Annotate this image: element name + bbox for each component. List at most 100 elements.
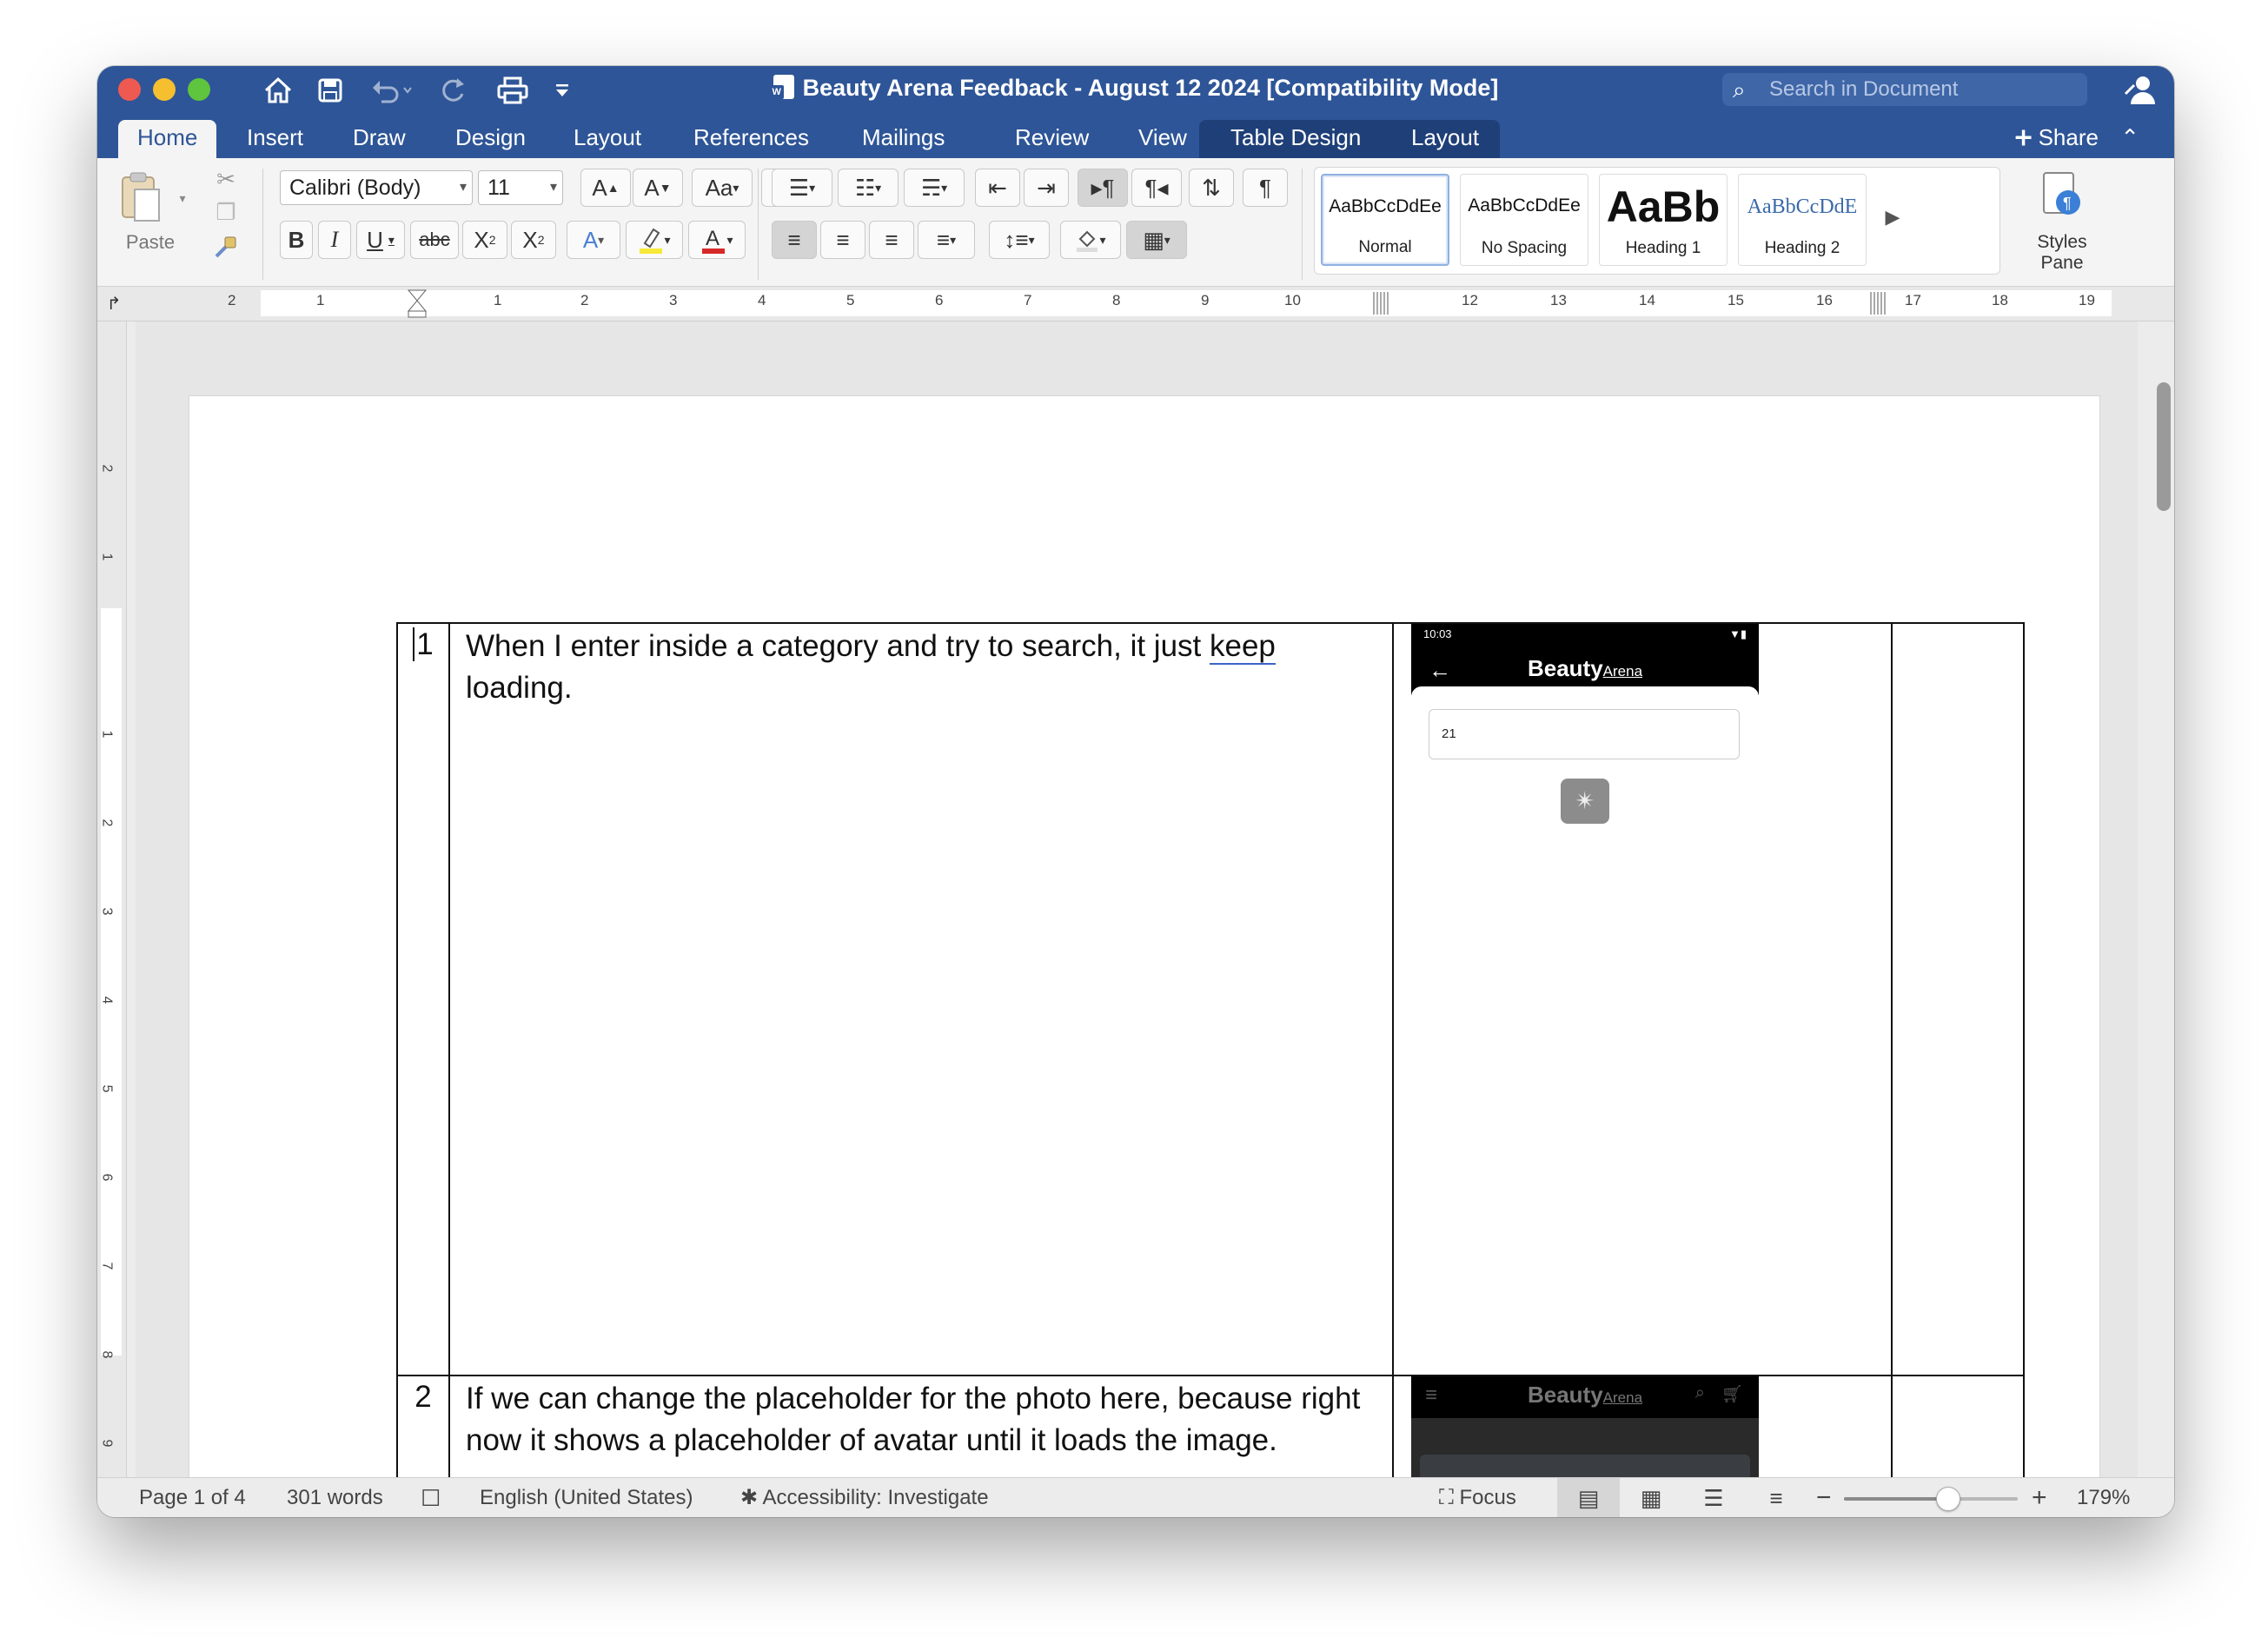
tab-design[interactable]: Design [436, 120, 545, 158]
highlight-color-button[interactable]: ▾ [626, 221, 683, 259]
styles-gallery-more-icon[interactable]: ▶ [1875, 200, 1910, 235]
superscript-button[interactable]: X2 [511, 221, 556, 259]
italic-button[interactable]: I [318, 221, 351, 259]
rtl-paragraph-button[interactable]: ¶◂ [1131, 169, 1182, 207]
zoom-slider-thumb[interactable] [1936, 1487, 1960, 1511]
row-number-cell[interactable]: 1 [396, 622, 450, 1376]
document-page[interactable]: 1 When I enter inside a category and try… [189, 396, 2099, 1477]
app-header: ≡ BeautyArena ⌕ 🛒︎ [1411, 1376, 1759, 1418]
underline-button[interactable]: U ▾ [356, 221, 405, 259]
vertical-scrollbar[interactable] [2157, 382, 2171, 511]
font-size-select[interactable]: 11 ▾ [478, 170, 563, 205]
language-status[interactable]: English (United States) [480, 1478, 693, 1517]
align-center-button[interactable]: ≡ [820, 221, 865, 259]
zoom-level[interactable]: 179% [2077, 1478, 2130, 1517]
change-case-button[interactable]: Aa ▾ [692, 169, 753, 207]
outline-view-icon[interactable]: ☰ [1682, 1478, 1745, 1517]
align-left-button[interactable]: ≡ [772, 221, 817, 259]
style-no-spacing[interactable]: AaBbCcDdEe No Spacing [1460, 174, 1588, 266]
font-color-button[interactable]: A ▾ [688, 221, 746, 259]
print-layout-view-icon[interactable]: ▤ [1557, 1478, 1620, 1517]
justify-button[interactable]: ≡ ▾ [918, 221, 975, 259]
indent-marker-icon[interactable] [407, 288, 428, 318]
paste-options-dropdown[interactable]: ▾ [174, 189, 191, 207]
tab-draw[interactable]: Draw [334, 120, 425, 158]
sort-icon[interactable]: ⇅ [1189, 169, 1234, 207]
empty-cell[interactable] [1891, 622, 2025, 1376]
draft-view-icon[interactable]: ≡ [1745, 1478, 1807, 1517]
paste-button[interactable] [115, 167, 167, 228]
zoom-slider[interactable] [1844, 1487, 2018, 1511]
style-normal[interactable]: AaBbCcDdEe Normal [1321, 174, 1449, 266]
cut-icon[interactable]: ✂ [209, 163, 243, 195]
subscript-button[interactable]: X2 [462, 221, 507, 259]
share-button[interactable]: ➕︎ Share ⌃ [2015, 120, 2139, 155]
tab-table-design[interactable]: Table Design [1211, 120, 1380, 158]
tab-references[interactable]: References [674, 120, 828, 158]
search-placeholder: Search in Document [1769, 77, 1959, 101]
text-effects-button[interactable]: A ▾ [567, 221, 620, 259]
flagged-word[interactable]: keep [1209, 629, 1276, 665]
borders-button[interactable]: ▦ ▾ [1126, 221, 1187, 259]
ruler-tick: 14 [1639, 292, 1655, 308]
tab-home[interactable]: Home [118, 120, 217, 158]
row-number-cell[interactable]: 2 [396, 1375, 450, 1477]
web-layout-view-icon[interactable]: ▦ [1620, 1478, 1682, 1517]
screenshot-cell[interactable]: ≡ BeautyArena ⌕ 🛒︎ [1392, 1375, 1893, 1477]
chevron-down-icon: ▾ [459, 180, 467, 195]
word-count[interactable]: 301 words [287, 1478, 383, 1517]
document-canvas[interactable]: 1 When I enter inside a category and try… [136, 322, 2138, 1477]
feedback-text: When I enter inside a category and try t… [466, 629, 1210, 663]
proofing-icon[interactable]: ☐ [421, 1478, 441, 1517]
tab-table-layout[interactable]: Layout [1392, 120, 1498, 158]
bold-button[interactable]: B [280, 221, 313, 259]
style-heading-1[interactable]: AaBb Heading 1 [1599, 174, 1728, 266]
line-spacing-button[interactable]: ↕≡ ▾ [989, 221, 1050, 259]
style-heading-2[interactable]: AaBbCcDdE Heading 2 [1738, 174, 1867, 266]
vertical-ruler[interactable]: 2 1 1 2 3 4 5 6 7 8 9 10 [97, 322, 127, 1517]
accessibility-status[interactable]: ✱ Accessibility: Investigate [740, 1478, 989, 1517]
feedback-table[interactable]: 1 When I enter inside a category and try… [396, 622, 2025, 1477]
tab-insert[interactable]: Insert [228, 120, 322, 158]
format-painter-icon[interactable] [209, 229, 243, 264]
search-in-document-input[interactable]: ⌕ Search in Document [1722, 73, 2087, 106]
font-name-select[interactable]: Calibri (Body) ▾ [280, 170, 473, 205]
page-count[interactable]: Page 1 of 4 [139, 1478, 246, 1517]
bullets-button[interactable]: ☰ ▾ [772, 169, 832, 207]
zoom-in-icon[interactable]: + [2032, 1478, 2047, 1517]
numbering-button[interactable]: ☷ ▾ [838, 169, 899, 207]
collapse-ribbon-icon[interactable]: ⌃ [2120, 124, 2139, 150]
decrease-indent-icon[interactable]: ⇤ [975, 169, 1020, 207]
tab-view[interactable]: View [1119, 120, 1206, 158]
tab-selector-icon[interactable]: ↱ [101, 290, 127, 316]
strikethrough-button[interactable]: abc [410, 221, 459, 259]
copy-icon[interactable]: ❐ [209, 196, 243, 228]
styles-pane-label[interactable]: Styles Pane [2014, 228, 2110, 278]
zoom-out-icon[interactable]: − [1816, 1478, 1832, 1517]
empty-cell[interactable] [1891, 1375, 2025, 1477]
tab-mailings[interactable]: Mailings [843, 120, 964, 158]
ltr-paragraph-button[interactable]: ▸¶ [1078, 169, 1128, 207]
styles-pane-icon[interactable]: ¶ [2035, 169, 2087, 222]
shading-button[interactable]: ▾ [1060, 221, 1121, 259]
horizontal-ruler[interactable]: ↱ 2 1 1 2 3 4 5 6 7 8 9 10 12 13 14 15 1… [97, 287, 2174, 322]
app-screenshot[interactable]: ≡ BeautyArena ⌕ 🛒︎ [1411, 1376, 1759, 1477]
app-screenshot[interactable]: 10:03 ▼▮ ← BeautyArena 21 ✴ [1411, 624, 1759, 1356]
ruler-tick: 16 [1816, 292, 1833, 308]
account-icon[interactable] [2122, 73, 2155, 108]
title-bar: Beauty Arena Feedback - August 12 2024 [… [97, 66, 2174, 115]
align-right-button[interactable]: ≡ [869, 221, 914, 259]
feedback-text-cell[interactable]: When I enter inside a category and try t… [448, 622, 1394, 1376]
tab-review[interactable]: Review [996, 120, 1108, 158]
screenshot-cell[interactable]: 10:03 ▼▮ ← BeautyArena 21 ✴ [1392, 622, 1893, 1376]
tab-layout[interactable]: Layout [554, 120, 660, 158]
feedback-text-cell[interactable]: If we can change the placeholder for the… [448, 1375, 1394, 1477]
multilevel-list-button[interactable]: ☴ ▾ [904, 169, 965, 207]
show-formatting-marks-icon[interactable]: ¶ [1243, 169, 1288, 207]
column-marker[interactable] [1870, 292, 1887, 315]
focus-button[interactable]: ⛶ Focus [1439, 1478, 1516, 1517]
shrink-font-button[interactable]: A ▼ [633, 169, 683, 207]
grow-font-button[interactable]: A ▲ [580, 169, 631, 207]
increase-indent-icon[interactable]: ⇥ [1024, 169, 1069, 207]
column-marker[interactable] [1373, 292, 1390, 315]
